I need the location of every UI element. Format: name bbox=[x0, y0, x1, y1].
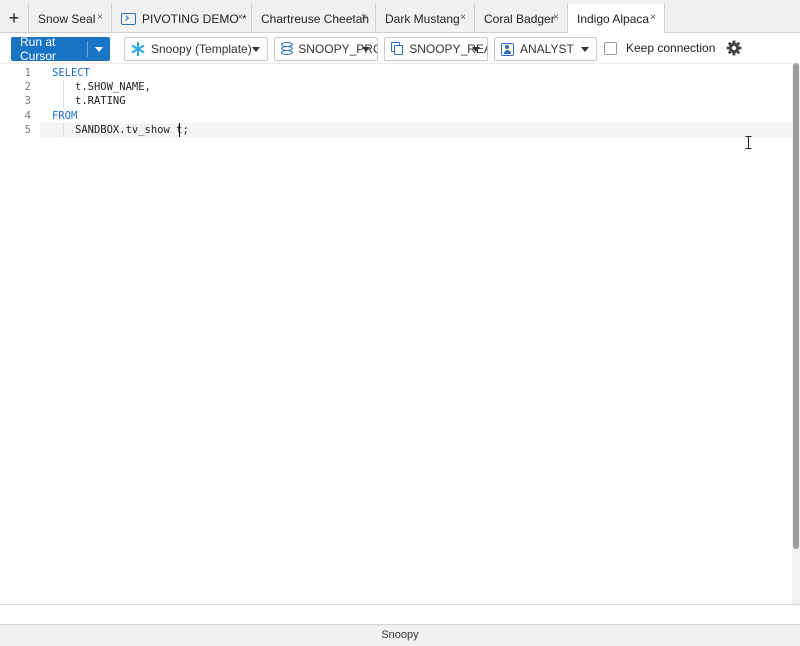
database-select[interactable]: SNOOPY_PRO bbox=[274, 37, 378, 61]
snowflake-icon bbox=[131, 42, 145, 56]
line-number: 3 bbox=[24, 95, 31, 107]
tab-snow-seal[interactable]: Snow Seal × bbox=[29, 4, 112, 33]
chevron-down-icon bbox=[362, 47, 370, 52]
chevron-down-icon bbox=[95, 46, 103, 52]
sql-editor[interactable]: 1 2 3 4 5 SELECT t.SHOW_NAME, t.RATING F… bbox=[0, 63, 792, 604]
tab-label: Dark Mustang bbox=[385, 11, 460, 26]
role-icon bbox=[501, 42, 514, 56]
tab-label: Coral Badger bbox=[484, 11, 555, 26]
close-icon[interactable]: × bbox=[97, 12, 103, 23]
connection-select[interactable]: Snoopy (Template) bbox=[124, 37, 268, 61]
run-options-dropdown[interactable] bbox=[88, 37, 110, 61]
tab-label: Indigo Alpaca bbox=[577, 12, 650, 26]
code-line: t.SHOW_NAME, bbox=[75, 81, 151, 93]
close-icon[interactable]: × bbox=[650, 12, 656, 23]
text-cursor bbox=[179, 123, 180, 137]
gear-icon[interactable] bbox=[726, 40, 742, 56]
tab-label: PIVOTING DEMO * bbox=[142, 11, 247, 26]
status-bar: Snoopy bbox=[0, 624, 800, 646]
ibeam-cursor-icon bbox=[745, 136, 752, 149]
new-tab-button[interactable]: + bbox=[0, 4, 29, 33]
terminal-icon bbox=[121, 12, 136, 25]
keep-connection-checkbox[interactable] bbox=[604, 41, 617, 55]
close-icon[interactable]: × bbox=[460, 12, 466, 23]
keep-connection-toggle[interactable]: Keep connection bbox=[604, 41, 715, 55]
line-number: 4 bbox=[24, 110, 31, 122]
tab-bar: + Snow Seal × PIVOTING DEMO * × Chartreu… bbox=[0, 0, 800, 34]
connection-select-value: Snoopy (Template) bbox=[151, 42, 252, 56]
code-line: SELECT bbox=[52, 67, 90, 79]
tab-indigo-alpaca[interactable]: Indigo Alpaca × bbox=[568, 4, 665, 34]
indent-guide bbox=[63, 123, 64, 137]
tab-label: Snow Seal bbox=[38, 11, 96, 26]
tab-dark-mustang[interactable]: Dark Mustang × bbox=[376, 4, 475, 33]
line-number: 1 bbox=[24, 67, 31, 79]
status-bar-connection-label: Snoopy bbox=[381, 629, 419, 641]
horizontal-scrollbar[interactable] bbox=[0, 604, 800, 624]
run-button-label: Run at Cursor bbox=[20, 35, 57, 63]
close-icon[interactable]: × bbox=[553, 12, 559, 23]
schema-icon bbox=[391, 42, 403, 56]
chevron-down-icon bbox=[581, 47, 589, 52]
tab-chartreuse-cheetah[interactable]: Chartreuse Cheetah × bbox=[252, 4, 376, 33]
code-line: t.RATING bbox=[75, 95, 126, 107]
close-icon[interactable]: × bbox=[237, 12, 243, 23]
tab-label: Chartreuse Cheetah bbox=[261, 11, 370, 26]
code-line: FROM bbox=[52, 110, 78, 122]
keep-connection-label: Keep connection bbox=[626, 41, 716, 55]
role-select[interactable]: ANALYST bbox=[494, 37, 597, 61]
schema-select[interactable]: SNOOPY_REA bbox=[384, 37, 488, 61]
close-icon[interactable]: × bbox=[361, 12, 367, 23]
tab-pivoting-demo[interactable]: PIVOTING DEMO * × bbox=[112, 4, 252, 33]
tab-coral-badger[interactable]: Coral Badger × bbox=[475, 4, 568, 33]
chevron-down-icon bbox=[472, 47, 480, 52]
chevron-down-icon bbox=[252, 47, 260, 52]
scrollbar-thumb[interactable] bbox=[793, 63, 799, 549]
role-select-value: ANALYST bbox=[520, 42, 574, 56]
vertical-scrollbar[interactable] bbox=[792, 63, 800, 604]
line-number: 5 bbox=[24, 124, 31, 136]
database-icon bbox=[281, 42, 293, 56]
indent-guide bbox=[63, 80, 64, 108]
run-at-cursor-button[interactable]: Run at Cursor bbox=[11, 35, 110, 63]
line-number: 2 bbox=[24, 81, 31, 93]
code-line: SANDBOX.tv_show t; bbox=[75, 124, 189, 136]
